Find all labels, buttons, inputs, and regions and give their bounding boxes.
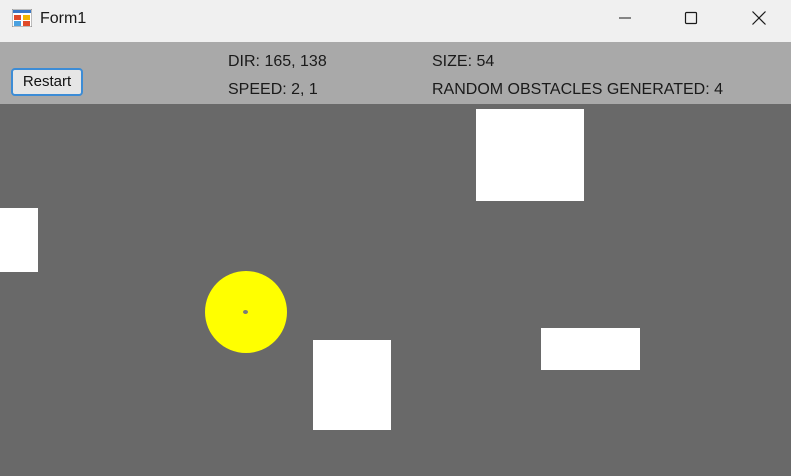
obstacle bbox=[313, 340, 391, 430]
maximize-icon bbox=[684, 11, 698, 25]
obstacle bbox=[476, 109, 584, 201]
direction-readout: DIR: 165, 138 bbox=[228, 53, 327, 70]
game-canvas[interactable] bbox=[0, 104, 791, 476]
window-title: Form1 bbox=[40, 10, 87, 27]
obstacle bbox=[0, 208, 38, 272]
status-panel: Restart DIR: 165, 138 SPEED: 2, 1 SIZE: … bbox=[0, 42, 791, 104]
minimize-icon bbox=[619, 17, 631, 19]
title-bar: Form1 bbox=[0, 0, 791, 42]
close-button[interactable] bbox=[726, 0, 791, 36]
restart-button[interactable]: Restart bbox=[11, 68, 83, 96]
minimize-button[interactable] bbox=[592, 0, 658, 36]
size-readout: SIZE: 54 bbox=[432, 53, 495, 70]
app-icon bbox=[12, 9, 32, 27]
player-ball bbox=[205, 271, 287, 353]
obstacle bbox=[541, 328, 640, 370]
maximize-button[interactable] bbox=[658, 0, 724, 36]
ball-center-dot bbox=[243, 310, 248, 314]
speed-readout: SPEED: 2, 1 bbox=[228, 81, 318, 98]
obstacles-readout: RANDOM OBSTACLES GENERATED: 4 bbox=[432, 81, 724, 98]
close-icon bbox=[752, 11, 766, 25]
